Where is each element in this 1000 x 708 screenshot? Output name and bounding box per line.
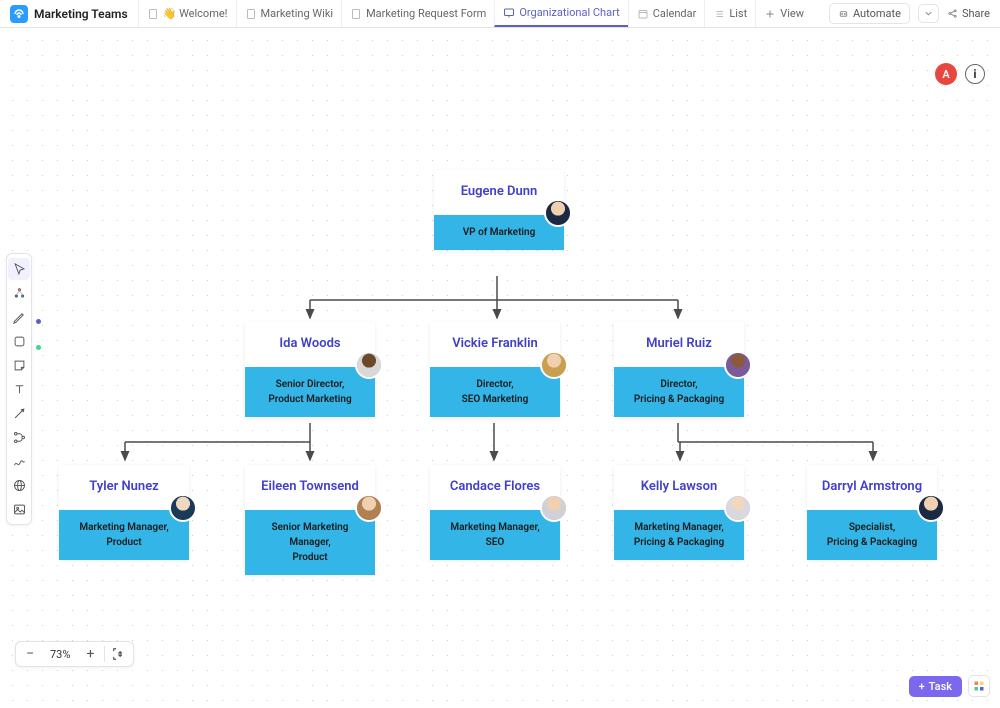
node-title: Marketing Manager,Pricing & Packaging <box>614 510 744 560</box>
node-name: Darryl Armstrong <box>822 479 922 494</box>
node-name: Eileen Townsend <box>261 479 359 494</box>
avatar <box>540 351 568 379</box>
tab-request[interactable]: Marketing Request Form <box>341 0 494 27</box>
tab-orgchart[interactable]: Organizational Chart <box>494 0 627 27</box>
org-node-eugene[interactable]: Eugene Dunn VP of Marketing <box>434 170 564 250</box>
robot-icon <box>838 8 849 19</box>
tab-wiki[interactable]: Marketing Wiki <box>236 0 342 27</box>
tab-label: View <box>780 7 804 20</box>
node-title: Marketing Manager,Product <box>59 510 189 560</box>
node-title: VP of Marketing <box>434 215 564 250</box>
node-title: Director,SEO Marketing <box>430 367 560 417</box>
org-node-candace[interactable]: Candace Flores Marketing Manager,SEO <box>430 465 560 560</box>
node-name: Vickie Franklin <box>452 336 538 351</box>
whiteboard-icon <box>503 7 515 19</box>
tab-add-view[interactable]: View <box>755 0 812 27</box>
org-node-darryl[interactable]: Darryl Armstrong Specialist,Pricing & Pa… <box>807 465 937 560</box>
calendar-icon <box>637 8 649 20</box>
tab-label: List <box>729 7 747 20</box>
avatar <box>724 351 752 379</box>
avatar <box>169 494 197 522</box>
tab-label: Calendar <box>653 7 697 20</box>
node-name: Kelly Lawson <box>641 479 717 494</box>
automate-button[interactable]: Automate <box>829 3 910 24</box>
node-title: Senior Director,Product Marketing <box>245 367 375 417</box>
automate-label: Automate <box>853 7 901 20</box>
node-name: Ida Woods <box>279 336 340 351</box>
org-node-kelly[interactable]: Kelly Lawson Marketing Manager,Pricing &… <box>614 465 744 560</box>
list-icon <box>713 8 725 20</box>
tab-list[interactable]: List <box>704 0 755 27</box>
app-logo[interactable] <box>10 5 28 23</box>
tab-label: Marketing Request Form <box>366 7 486 20</box>
node-title: Marketing Manager,SEO <box>430 510 560 560</box>
avatar <box>544 199 572 227</box>
doc-icon <box>147 8 159 20</box>
org-node-vickie[interactable]: Vickie Franklin Director,SEO Marketing <box>430 322 560 417</box>
tab-label: Marketing Wiki <box>261 7 334 20</box>
node-title: Senior Marketing Manager,Product <box>245 510 375 575</box>
avatar <box>917 494 945 522</box>
org-chart: Eugene Dunn VP of Marketing Ida Woods Se… <box>0 28 1000 707</box>
node-name: Eugene Dunn <box>461 184 538 199</box>
whiteboard-canvas[interactable]: A i − 73% + + Task <box>0 28 1000 707</box>
org-node-ida[interactable]: Ida Woods Senior Director,Product Market… <box>245 322 375 417</box>
share-icon <box>947 8 958 19</box>
tab-label: Organizational Chart <box>519 6 619 19</box>
node-name: Candace Flores <box>450 479 540 494</box>
org-node-muriel[interactable]: Muriel Ruiz Director,Pricing & Packaging <box>614 322 744 417</box>
node-name: Tyler Nunez <box>89 479 159 494</box>
view-tabs: 👋 Welcome! Marketing Wiki Marketing Requ… <box>138 0 812 27</box>
app-title: Marketing Teams <box>34 7 128 21</box>
doc-icon <box>350 8 362 20</box>
top-right-controls: Automate Share <box>829 3 990 24</box>
plus-icon <box>764 8 776 20</box>
node-title: Director,Pricing & Packaging <box>614 367 744 417</box>
doc-icon <box>245 8 257 20</box>
top-navigation: Marketing Teams 👋 Welcome! Marketing Wik… <box>0 0 1000 28</box>
tab-welcome[interactable]: 👋 Welcome! <box>138 0 236 27</box>
org-node-tyler[interactable]: Tyler Nunez Marketing Manager,Product <box>59 465 189 560</box>
avatar <box>724 494 752 522</box>
automate-dropdown[interactable] <box>918 4 939 23</box>
avatar <box>355 494 383 522</box>
avatar <box>540 494 568 522</box>
avatar <box>355 351 383 379</box>
share-label: Share <box>962 7 990 20</box>
tab-label: 👋 Welcome! <box>163 7 228 20</box>
chevron-down-icon <box>923 8 934 19</box>
tab-calendar[interactable]: Calendar <box>628 0 705 27</box>
node-title: Specialist,Pricing & Packaging <box>807 510 937 560</box>
share-button[interactable]: Share <box>947 7 990 20</box>
node-name: Muriel Ruiz <box>646 336 712 351</box>
org-node-eileen[interactable]: Eileen Townsend Senior Marketing Manager… <box>245 465 375 575</box>
